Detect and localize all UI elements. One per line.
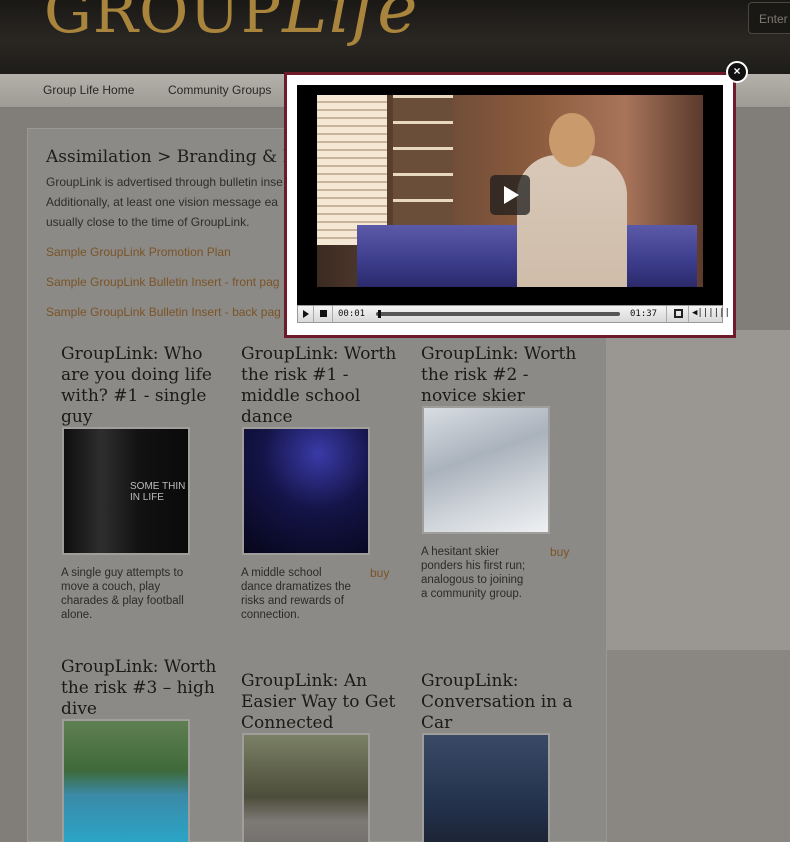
card-description: A hesitant skier ponders his first run; …: [421, 546, 526, 600]
card-title[interactable]: GroupLink: Who are you doing life with? …: [61, 344, 226, 428]
site-logo[interactable]: GROUPLife: [44, 0, 419, 49]
site-header: GROUPLife Enter: [0, 0, 790, 74]
video-thumbnail[interactable]: SOME THIN IN LIFE: [62, 427, 190, 555]
control-separator: [313, 306, 314, 322]
buy-link[interactable]: buy: [550, 545, 569, 559]
video-scene-window: [317, 95, 387, 245]
nav-item-group-life-home[interactable]: Group Life Home: [43, 83, 134, 97]
video-thumbnail[interactable]: [242, 733, 370, 842]
logo-group-text: GROUP: [44, 0, 283, 47]
search-input[interactable]: Enter: [748, 2, 790, 34]
card-title[interactable]: GroupLink: Worth the risk #2 - novice sk…: [421, 344, 586, 407]
card-title[interactable]: GroupLink: Worth the risk #3 – high dive: [61, 657, 226, 720]
intro-line: Additionally, at least one vision messag…: [46, 195, 278, 209]
control-separator: [666, 306, 667, 322]
video-controls: 00:01 01:37 ◀||||||: [297, 305, 730, 323]
control-play-icon[interactable]: [303, 310, 309, 318]
card-title[interactable]: GroupLink: Conversation in a Car: [421, 671, 586, 734]
duration: 01:37: [630, 309, 658, 319]
bulletin-back-link[interactable]: Sample GroupLink Bulletin Insert - back …: [46, 305, 281, 319]
bulletin-front-link[interactable]: Sample GroupLink Bulletin Insert - front…: [46, 275, 279, 289]
thumbnail-caption: SOME THIN IN LIFE: [130, 481, 186, 503]
control-stop-icon[interactable]: [320, 310, 327, 317]
current-time: 00:01: [338, 309, 366, 319]
intro-line: GroupLink is advertised through bulletin…: [46, 175, 283, 189]
video-scene-head: [549, 113, 595, 167]
intro-line: usually close to the time of GroupLink.: [46, 215, 250, 229]
play-icon: [504, 186, 519, 204]
play-overlay-button[interactable]: [490, 175, 530, 215]
card-description: A middle school dance dramatizes the ris…: [241, 567, 351, 621]
progress-handle[interactable]: [378, 310, 382, 318]
video-thumbnail[interactable]: [62, 719, 190, 842]
volume-icon[interactable]: ◀||||||: [692, 308, 730, 320]
video-thumbnail[interactable]: [422, 406, 550, 534]
fullscreen-icon[interactable]: [674, 309, 683, 318]
promotion-plan-link[interactable]: Sample GroupLink Promotion Plan: [46, 245, 231, 259]
progress-bar[interactable]: [376, 310, 620, 318]
logo-life-text: Life: [282, 0, 419, 49]
card-description: A single guy attempts to move a couch, p…: [61, 567, 184, 621]
video-scene-person: [517, 155, 627, 287]
decorative-panel: [606, 650, 790, 842]
card-title[interactable]: GroupLink: An Easier Way to Get Connecte…: [241, 671, 406, 734]
decorative-panel: [606, 330, 790, 650]
close-icon[interactable]: ×: [726, 61, 748, 83]
video-scene-shelf: [393, 95, 453, 225]
control-separator: [332, 306, 333, 322]
card-title[interactable]: GroupLink: Worth the risk #1 - middle sc…: [241, 344, 406, 428]
page-title: Assimilation > Branding & Pro: [46, 147, 313, 167]
buy-link[interactable]: buy: [370, 566, 389, 580]
control-separator: [688, 306, 689, 322]
video-thumbnail[interactable]: [422, 733, 550, 842]
video-thumbnail[interactable]: [242, 427, 370, 555]
nav-item-community-groups[interactable]: Community Groups: [168, 83, 271, 97]
